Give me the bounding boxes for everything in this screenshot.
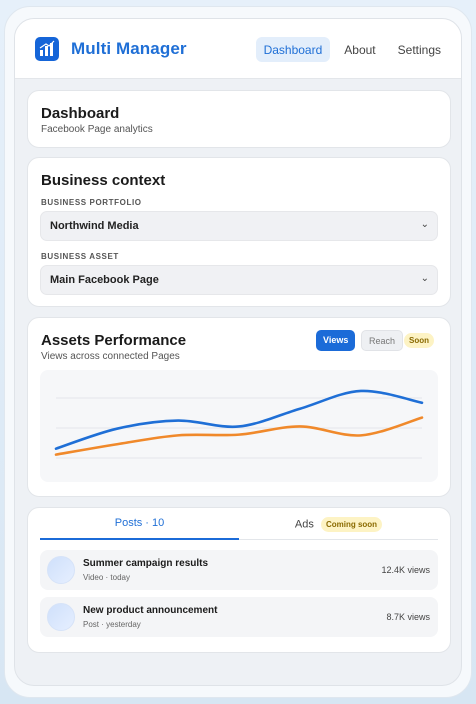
tab-ads[interactable]: Ads Coming soon	[239, 517, 438, 532]
tab-posts-label: Posts · 10	[114, 517, 165, 529]
list-item[interactable]: Summer campaign results Video · today 12…	[40, 550, 438, 590]
performance-card: Assets Performance Views across connecte…	[27, 317, 451, 497]
reach-toggle[interactable]: Reach	[361, 330, 404, 351]
business-context-card: Business context BUSINESS PORTFOLIO Nort…	[27, 157, 451, 307]
series-line-1	[54, 416, 424, 456]
post-meta: Video · today	[83, 573, 130, 582]
dashboard-header-card: Dashboard Facebook Page analytics	[27, 90, 451, 148]
asset-label: BUSINESS ASSET	[41, 252, 119, 261]
portfolio-select[interactable]: Northwind Media ⌄	[40, 211, 438, 241]
soon-badge: Soon	[404, 333, 434, 348]
views-toggle[interactable]: Views	[316, 330, 356, 351]
nav-settings[interactable]: Settings	[390, 37, 449, 62]
performance-subtitle: Views across connected Pages	[41, 351, 180, 362]
tab-posts[interactable]: Posts · 10	[40, 517, 239, 529]
chart-area	[40, 370, 438, 482]
post-views: 8.7K views	[386, 612, 430, 622]
list-item[interactable]: New product announcement Post · yesterda…	[40, 597, 438, 637]
post-meta: Post · yesterday	[83, 620, 141, 629]
bar-chart-icon	[35, 37, 59, 61]
avatar	[47, 556, 75, 584]
chevron-down-icon: ⌄	[420, 273, 429, 284]
avatar	[47, 603, 75, 631]
content-card: Posts · 10 Ads Coming soon Summer campai…	[27, 507, 451, 653]
nav-about[interactable]: About	[336, 37, 383, 62]
tab-ads-label: Ads	[294, 518, 314, 531]
chevron-down-icon: ⌄	[420, 219, 429, 230]
app-window: Multi Manager Dashboard About Settings D…	[14, 18, 462, 686]
app-title: Multi Manager	[71, 39, 187, 58]
page-subtitle: Facebook Page analytics	[41, 124, 153, 135]
post-title: Summer campaign results	[83, 558, 209, 569]
portfolio-label: BUSINESS PORTFOLIO	[41, 198, 142, 207]
post-title: New product announcement	[83, 605, 218, 616]
active-tab-indicator	[40, 538, 239, 540]
content-tabs: Posts · 10 Ads Coming soon	[40, 508, 438, 540]
page-title: Dashboard	[41, 105, 120, 122]
portfolio-value: Northwind Media	[50, 220, 139, 232]
line-chart	[54, 389, 424, 459]
asset-select[interactable]: Main Facebook Page ⌄	[40, 265, 438, 295]
asset-value: Main Facebook Page	[50, 274, 159, 286]
nav-dashboard[interactable]: Dashboard	[255, 37, 331, 62]
coming-soon-badge: Coming soon	[320, 517, 383, 532]
post-views: 12.4K views	[381, 565, 430, 575]
series-line-0	[54, 389, 424, 450]
performance-title: Assets Performance	[41, 332, 187, 349]
top-nav: Dashboard About Settings	[255, 37, 449, 62]
top-bar: Multi Manager Dashboard About Settings	[15, 19, 461, 79]
business-context-title: Business context	[41, 172, 166, 189]
